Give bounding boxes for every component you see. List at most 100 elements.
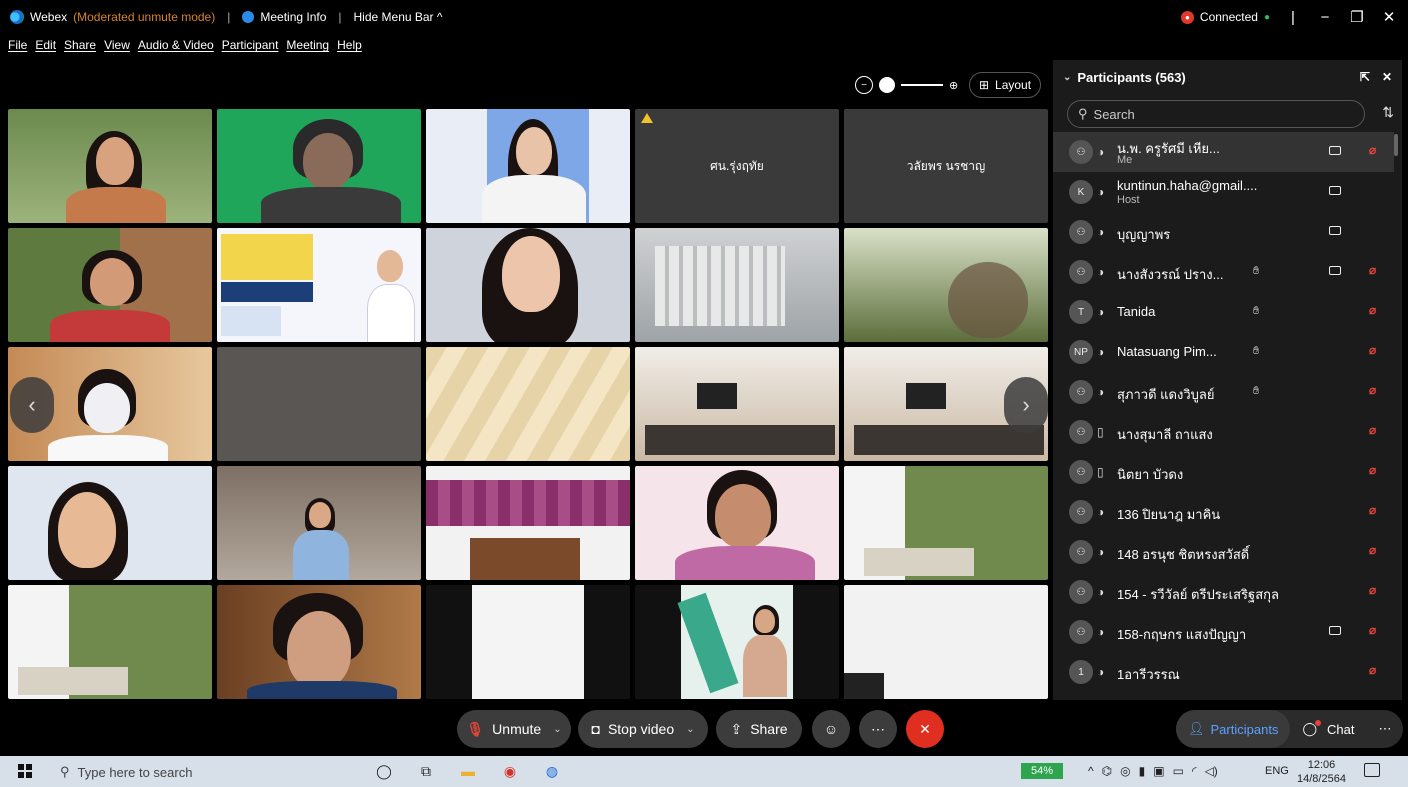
chrome-icon[interactable]: ◉ [500, 761, 520, 781]
cortana-icon[interactable]: ◯ [374, 761, 394, 781]
windows-start-icon[interactable] [18, 764, 32, 778]
mic-muted-icon[interactable]: ⌀ [1369, 583, 1376, 597]
more-panels-button[interactable]: ⋯ [1366, 710, 1403, 748]
mic-muted-icon[interactable]: ⌀ [1369, 503, 1376, 517]
video-tile[interactable] [217, 585, 421, 699]
video-tile[interactable] [635, 347, 839, 461]
participant-row[interactable]: ⚇ ◑ 158-กฤษกร แสงปัญญา ⌀ [1053, 612, 1394, 652]
video-tile[interactable]: ศน.รุ่งฤทัย [635, 109, 839, 223]
slider-track[interactable] [901, 84, 943, 86]
battery-icon[interactable]: ▭ [1173, 764, 1184, 778]
mic-muted-icon[interactable]: ⌀ [1369, 543, 1376, 557]
zoom-out-icon[interactable]: − [855, 76, 873, 94]
video-tile[interactable] [844, 585, 1048, 699]
zoom-slider[interactable]: − ⊕ [851, 72, 961, 98]
video-tile[interactable] [8, 228, 212, 342]
network-icon[interactable]: ⌬ [1102, 764, 1112, 778]
scrollbar[interactable] [1394, 134, 1398, 156]
chevron-down-icon[interactable]: ⌄ [686, 724, 694, 735]
video-tile[interactable] [217, 347, 421, 461]
participant-row[interactable]: ⚇ ◑ นางสังวรณ์ ปราง... ✋︎ ⌀ [1053, 252, 1394, 292]
participant-search-input[interactable]: ⚲ Search [1067, 100, 1365, 128]
mic-muted-icon[interactable]: ⌀ [1369, 263, 1376, 277]
file-explorer-icon[interactable]: ▬ [458, 761, 478, 781]
participants-tab[interactable]: 👤︎ Participants [1176, 710, 1291, 748]
video-tile[interactable] [635, 228, 839, 342]
participant-row[interactable]: ⚇ ◑ น.พ. ครูรัศมี เหีย... Me ⌀ [1053, 132, 1394, 172]
zoom-in-icon[interactable]: ⊕ [949, 79, 958, 92]
video-tile[interactable] [217, 109, 421, 223]
participant-row[interactable]: 1 ◑ 1อารีวรรณ ⌀ [1053, 652, 1394, 692]
layout-button[interactable]: ⊞ Layout [969, 72, 1041, 98]
chevron-down-icon[interactable]: ⌄ [1063, 72, 1071, 83]
menu-audio-video[interactable]: Audio & Video [138, 38, 214, 52]
mic-muted-icon[interactable]: ⌀ [1369, 623, 1376, 637]
participant-row[interactable]: ⚇ ◑ สุภาวดี แดงวิบูลย์ ✋︎ ⌀ [1053, 372, 1394, 412]
video-tile[interactable] [844, 466, 1048, 580]
popout-icon[interactable]: ⇱ [1360, 70, 1370, 84]
close-panel-icon[interactable]: ✕ [1382, 70, 1392, 84]
video-tile[interactable] [635, 585, 839, 699]
reactions-button[interactable]: ☺ [812, 710, 850, 748]
chevron-up-icon[interactable]: ^ [1088, 764, 1094, 778]
menu-participant[interactable]: Participant [222, 38, 279, 52]
stop-video-button[interactable]: ◘ Stop video ⌄ [578, 710, 708, 748]
participant-row[interactable]: ⚇ ▯ นางสุมาลี ถาแสง ⌀ [1053, 412, 1394, 452]
participant-row[interactable]: ⚇ ◑ บุญญาพร [1053, 212, 1394, 252]
notifications-icon[interactable] [1364, 763, 1380, 777]
task-view-icon[interactable]: ⧉ [416, 761, 436, 781]
hide-menu-bar-button[interactable]: Hide Menu Bar ^ [354, 10, 443, 24]
mic-icon[interactable]: ▮ [1139, 764, 1146, 778]
participant-row[interactable]: NP ◑ Natasuang Pim... ✋︎ ⌀ [1053, 332, 1394, 372]
participant-row[interactable]: T ◑ Tanida ✋︎ ⌀ [1053, 292, 1394, 332]
restore-icon[interactable]: ❐ [1348, 8, 1366, 26]
mic-muted-icon[interactable]: ⌀ [1369, 303, 1376, 317]
volume-icon[interactable]: ◁) [1205, 764, 1218, 778]
more-options-button[interactable]: ⋯ [859, 710, 897, 748]
menu-share[interactable]: Share [64, 38, 96, 52]
mic-muted-icon[interactable]: ⌀ [1369, 343, 1376, 357]
wifi-icon[interactable]: ◜ [1192, 764, 1197, 778]
meet-now-icon[interactable]: ◎ [1120, 764, 1130, 778]
video-tile[interactable] [8, 585, 212, 699]
notification-app-icon[interactable]: ▣ [1153, 764, 1164, 778]
video-tile[interactable] [426, 109, 630, 223]
participant-row[interactable]: ⚇ ▯ นิตยา บัวดง ⌀ [1053, 452, 1394, 492]
menu-meeting[interactable]: Meeting [286, 38, 329, 52]
video-tile[interactable] [844, 228, 1048, 342]
video-tile[interactable] [217, 228, 421, 342]
mic-muted-icon[interactable]: ⌀ [1369, 663, 1376, 677]
minimize-icon[interactable]: − [1316, 9, 1334, 26]
video-tile[interactable] [8, 466, 212, 580]
chat-tab[interactable]: ◯ Chat [1290, 710, 1366, 748]
video-tile[interactable] [426, 585, 630, 699]
close-icon[interactable]: ✕ [1380, 8, 1398, 26]
participant-row[interactable]: ⚇ ◑ 136 ปิยนาฎ มาคิน ⌀ [1053, 492, 1394, 532]
video-tile[interactable] [635, 466, 839, 580]
sort-icon[interactable]: ⇅ [1382, 104, 1394, 121]
chevron-down-icon[interactable]: ⌄ [553, 724, 561, 735]
video-tile[interactable] [8, 109, 212, 223]
participant-row[interactable]: ⚇ ◑ 148 อรนุช ชิตหรงสวัสดิ์ ⌀ [1053, 532, 1394, 572]
webex-icon[interactable]: ◍ [542, 761, 562, 781]
next-page-button[interactable]: › [1004, 377, 1048, 433]
video-tile[interactable] [426, 347, 630, 461]
unmute-button[interactable]: 🎙︎ Unmute ⌄ [457, 710, 571, 748]
battery-indicator[interactable]: 54% [1021, 763, 1063, 779]
leave-meeting-button[interactable]: ✕ [906, 710, 944, 748]
previous-page-button[interactable]: ‹ [10, 377, 54, 433]
taskbar-search-input[interactable]: ⚲ Type here to search [60, 764, 192, 780]
participant-row[interactable]: ⚇ ◑ 154 - รวีวัลย์ ตรีประเสริฐสกุล ⌀ [1053, 572, 1394, 612]
menu-help[interactable]: Help [337, 38, 362, 52]
meeting-info-button[interactable]: Meeting Info [260, 10, 326, 24]
menu-view[interactable]: View [104, 38, 130, 52]
share-button[interactable]: ⇪ Share [716, 710, 802, 748]
mic-muted-icon[interactable]: ⌀ [1369, 383, 1376, 397]
video-tile[interactable]: วลัยพร นรชาญ [844, 109, 1048, 223]
slider-handle[interactable] [879, 77, 895, 93]
video-tile[interactable] [426, 228, 630, 342]
mic-muted-icon[interactable]: ⌀ [1369, 143, 1376, 157]
connection-status[interactable]: ● Connected ● [1180, 10, 1270, 24]
menu-file[interactable]: File [8, 38, 27, 52]
menu-edit[interactable]: Edit [35, 38, 56, 52]
